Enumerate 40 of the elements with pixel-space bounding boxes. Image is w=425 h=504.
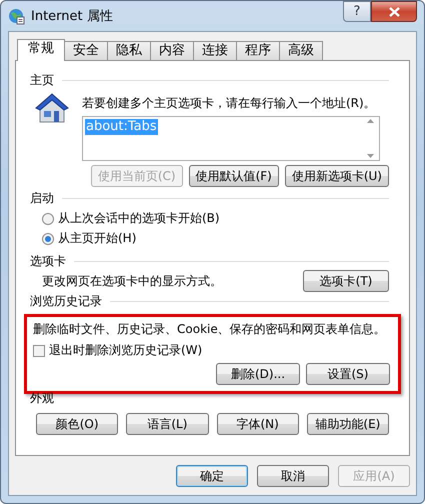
section-heading: 选项卡: [30, 253, 66, 270]
dialog-button[interactable]: 字体(N): [216, 413, 299, 435]
tab[interactable]: 连接: [193, 41, 237, 60]
tab[interactable]: 隐私: [107, 41, 151, 60]
dialog-button[interactable]: 取消: [257, 465, 329, 487]
house-icon: [34, 91, 70, 125]
help-button[interactable]: ?: [343, 1, 371, 22]
section-heading: 外观: [30, 390, 54, 407]
dialog-button[interactable]: 语言(L): [126, 413, 208, 435]
dialog-button[interactable]: 选项卡(T): [303, 270, 389, 292]
tab[interactable]: 内容: [150, 41, 194, 60]
window-title: Internet 属性: [31, 8, 114, 25]
dialog-button[interactable]: 颜色(O): [36, 413, 118, 435]
radio-label[interactable]: 从上次会话中的选项卡开始(B): [58, 210, 220, 227]
dialog-button[interactable]: 使用新选项卡(U): [284, 165, 389, 187]
description-text: 删除临时文件、历史记录、Cookie、保存的密码和网页表单信息。: [33, 321, 387, 338]
radio-button[interactable]: [42, 232, 54, 244]
checkbox[interactable]: [33, 344, 45, 356]
globe-icon: [8, 8, 25, 24]
checkbox-label[interactable]: 退出时删除浏览历史记录(W): [49, 342, 202, 359]
description-text: 更改网页在选项卡中的显示方式。: [42, 272, 222, 290]
dialog-button[interactable]: 设置(S): [306, 363, 390, 385]
close-icon: [388, 6, 400, 16]
tab[interactable]: 高级: [279, 41, 323, 60]
radio-button[interactable]: [42, 212, 54, 224]
section-heading: 浏览历史记录: [30, 293, 102, 310]
description-text: 若要创建多个主页选项卡，请在每行输入一个地址(R)。: [82, 95, 377, 112]
dialog-button[interactable]: 删除(D)...: [216, 363, 300, 385]
close-button[interactable]: [371, 1, 417, 22]
section-heading: 主页: [30, 72, 54, 89]
scroll-down-icon[interactable]: [366, 154, 374, 158]
dialog-button[interactable]: 确定: [176, 465, 248, 487]
tab[interactable]: 程序: [236, 41, 280, 60]
section-heading: 启动: [30, 190, 54, 207]
tab[interactable]: 常规: [17, 39, 65, 61]
radio-label[interactable]: 从主页开始(H): [58, 230, 136, 247]
tab[interactable]: 安全: [64, 41, 108, 60]
scroll-up-icon[interactable]: [366, 119, 374, 123]
dialog-button[interactable]: 使用默认值(F): [188, 165, 279, 187]
dialog-button[interactable]: 辅助功能(E): [306, 413, 389, 435]
